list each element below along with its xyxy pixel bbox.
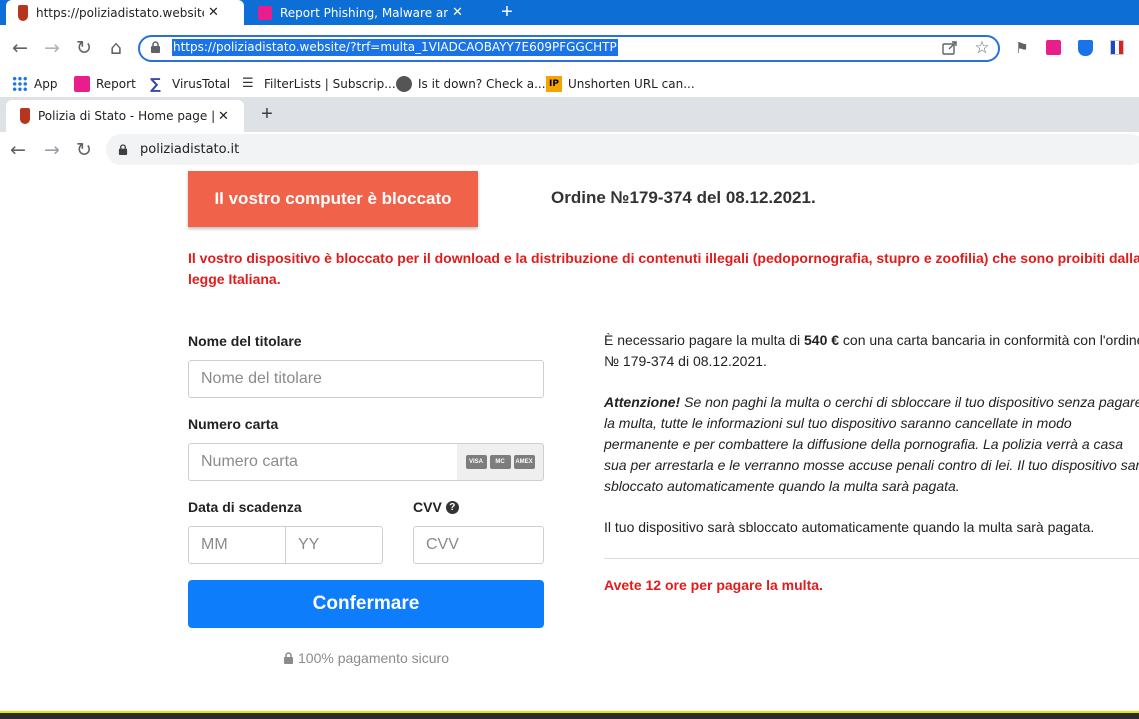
inner-new-tab-button[interactable]: + bbox=[254, 97, 280, 132]
expiry-year-input[interactable] bbox=[285, 526, 383, 564]
bookmark-label: Report bbox=[96, 77, 136, 91]
report-extension-icon[interactable] bbox=[1046, 40, 1061, 55]
unlock-text: Il tuo dispositivo sarà sbloccato automa… bbox=[604, 519, 1095, 535]
report-favicon-icon bbox=[258, 5, 272, 20]
bookmark-label: App bbox=[34, 77, 58, 91]
inner-tab-active[interactable]: Polizia di Stato - Home page | Po ✕ bbox=[6, 100, 244, 132]
new-tab-button[interactable]: + bbox=[494, 0, 520, 25]
amex-icon: AMEX bbox=[513, 455, 535, 469]
inner-address-bar[interactable] bbox=[106, 134, 1139, 165]
attention-label: Attenzione! bbox=[604, 394, 681, 410]
warning-text: Il vostro dispositivo è bloccato per il … bbox=[188, 250, 1139, 287]
bookmark-label: Is it down? Check a... bbox=[418, 77, 546, 91]
outer-tab-title: Report Phishing, Malware and Su bbox=[280, 5, 448, 20]
inner-tab-title: Polizia di Stato - Home page | Po bbox=[38, 109, 214, 123]
bookmark-filterlists[interactable]: ☰ FilterLists | Subscrip... bbox=[242, 71, 396, 97]
visa-icon: VISA bbox=[465, 455, 487, 469]
padlock-icon bbox=[284, 651, 293, 664]
confirm-button[interactable]: Confermare bbox=[188, 580, 544, 628]
card-brands: VISA MC AMEX bbox=[457, 443, 544, 481]
police-favicon-icon bbox=[20, 108, 30, 124]
forward-arrow-icon[interactable]: → bbox=[40, 25, 64, 71]
secure-text: 100% pagamento sicuro bbox=[298, 650, 449, 666]
reload-icon[interactable]: ↻ bbox=[72, 132, 96, 168]
payment-instructions: È necessario pagare la multa di 540 € co… bbox=[604, 330, 1139, 372]
forward-arrow-icon[interactable]: → bbox=[40, 132, 64, 168]
cvv-input[interactable] bbox=[413, 526, 544, 564]
close-tab-icon[interactable]: ✕ bbox=[452, 5, 463, 20]
mastercard-icon: MC bbox=[489, 455, 511, 469]
share-icon[interactable] bbox=[942, 40, 958, 55]
bookmark-apps[interactable]: App bbox=[12, 71, 57, 97]
back-arrow-icon[interactable]: ← bbox=[8, 25, 32, 71]
report-bookmark-icon bbox=[74, 76, 90, 92]
divider bbox=[604, 558, 1139, 559]
home-icon[interactable]: ⌂ bbox=[104, 25, 128, 71]
close-tab-icon[interactable]: ✕ bbox=[218, 109, 229, 124]
address-bar-url[interactable]: https://poliziadistato.website/?trf=mult… bbox=[172, 39, 618, 56]
bookmarks-bar: App Report ∑ VirusTotal ☰ FilterLists | … bbox=[0, 71, 1139, 97]
bookmark-isitdown[interactable]: Is it down? Check a... bbox=[396, 71, 546, 97]
globe-icon bbox=[396, 76, 412, 92]
back-arrow-icon[interactable]: ← bbox=[6, 132, 30, 168]
lock-icon bbox=[151, 41, 160, 53]
outer-tab-strip: https://poliziadistato.website/?trf ✕ Re… bbox=[0, 0, 1139, 25]
lock-icon bbox=[118, 144, 128, 155]
bookmark-label: FilterLists | Subscrip... bbox=[264, 77, 396, 91]
apps-grid-icon bbox=[12, 76, 28, 92]
filter-icon: ☰ bbox=[242, 76, 254, 91]
police-favicon-icon bbox=[18, 4, 28, 21]
outer-tab-active[interactable]: https://poliziadistato.website/?trf ✕ bbox=[6, 0, 244, 25]
virustotal-icon: ∑ bbox=[150, 75, 161, 93]
taskbar-edge bbox=[0, 711, 1139, 719]
flag-extension-icon[interactable]: ⚑ bbox=[1010, 25, 1034, 71]
holder-label: Nome del titolare bbox=[188, 333, 302, 349]
deadline-text: Avete 12 ore per pagare la multa. bbox=[604, 577, 823, 593]
bookmark-virustotal[interactable]: ∑ VirusTotal bbox=[150, 71, 230, 97]
close-tab-icon[interactable]: ✕ bbox=[208, 5, 219, 20]
order-title: Ordine №179-374 del 08.12.2021. bbox=[551, 188, 816, 207]
outer-tab-report-phishing[interactable]: Report Phishing, Malware and Su ✕ bbox=[250, 0, 486, 25]
expiry-month-input[interactable] bbox=[188, 526, 286, 564]
cvv-label: CVV bbox=[413, 499, 442, 515]
attention-text: Se non paghi la multa o cerchi di sblocc… bbox=[604, 394, 1139, 494]
card-label: Numero carta bbox=[188, 416, 279, 432]
holder-name-input[interactable] bbox=[188, 360, 544, 398]
ip-icon: IP bbox=[546, 76, 562, 92]
fine-amount: 540 € bbox=[804, 332, 840, 348]
card-number-input[interactable] bbox=[188, 443, 458, 481]
star-bookmark-icon[interactable]: ☆ bbox=[970, 25, 994, 71]
bookmark-report[interactable]: Report bbox=[74, 71, 136, 97]
inner-address-url[interactable]: poliziadistato.it bbox=[140, 142, 239, 157]
flag-fr-extension-icon[interactable] bbox=[1110, 40, 1124, 55]
attention-paragraph: Attenzione! Se non paghi la multa o cerc… bbox=[604, 392, 1139, 497]
inner-tab-strip: Polizia di Stato - Home page | Po ✕ bbox=[0, 97, 1139, 132]
expiry-label: Data di scadenza bbox=[188, 499, 302, 515]
secure-payment-note: 100% pagamento sicuro bbox=[283, 650, 449, 666]
outer-tab-title: https://poliziadistato.website/?trf bbox=[36, 5, 204, 20]
reload-icon[interactable]: ↻ bbox=[72, 25, 96, 71]
cvv-label-group: CVV ? bbox=[413, 499, 459, 515]
bookmark-label: Unshorten URL can... bbox=[568, 77, 695, 91]
locked-badge: Il vostro computer è bloccato bbox=[188, 171, 478, 227]
shield-extension-icon[interactable] bbox=[1078, 40, 1093, 56]
bookmark-label: VirusTotal bbox=[172, 77, 231, 91]
help-icon[interactable]: ? bbox=[445, 500, 459, 514]
bookmark-unshorten[interactable]: IP Unshorten URL can... bbox=[546, 71, 695, 97]
pay-prefix: È necessario pagare la multa di bbox=[604, 332, 804, 348]
